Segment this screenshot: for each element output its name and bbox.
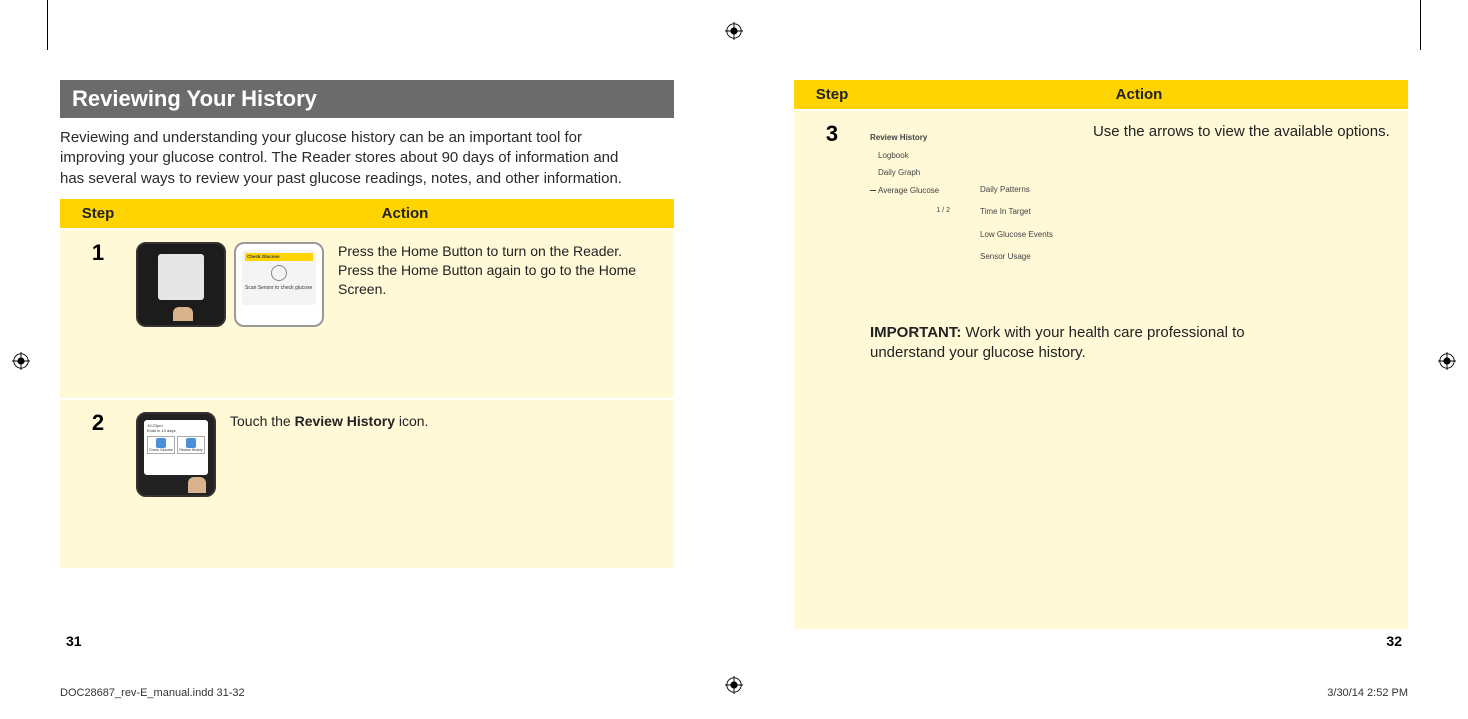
step-table-right: Step Action 3 Review History Logbook Dai… [794,80,1408,629]
registration-mark-icon [725,676,743,699]
mini-btn-review: Review History [179,448,202,452]
step2-illustration: 10:23pm Ends in 14 days Check Glucose [136,412,216,556]
col-header-step: Step [60,199,136,228]
important-label: IMPORTANT: [870,324,961,341]
important-note: IMPORTANT: Work with your health care pr… [870,323,1300,364]
step2-desc-bold: Review History [295,413,395,429]
menu-option: Time In Target [980,201,1053,223]
review-history-options: Daily Patterns Time In Target Low Glucos… [980,179,1053,269]
step-row-3: 3 Review History Logbook Daily Graph Ave… [794,109,1408,629]
col-header-action: Action [136,199,674,228]
menu-title: Review History [870,129,950,147]
page-left: Reviewing Your History Reviewing and und… [60,80,674,639]
crop-mark [1420,0,1421,50]
step3-menu-illustration: Review History Logbook Daily Graph Avera… [870,129,1053,269]
menu-item: Logbook [870,147,950,165]
page-spread: Reviewing Your History Reviewing and und… [60,80,1408,639]
step2-desc-post: icon. [395,413,428,429]
menu-item: Daily Graph [870,164,950,182]
registration-mark-icon [725,22,743,40]
step2-description: Touch the Review History icon. [230,412,428,556]
section-header: Reviewing Your History [60,80,674,118]
menu-page-indicator: 1 / 2 [870,203,950,218]
registration-mark-icon [1438,352,1456,370]
device-home-icon: 10:23pm Ends in 14 days Check Glucose [136,412,216,497]
step-number: 1 [60,230,136,398]
table-header-row: Step Action [60,199,674,228]
intro-paragraph: Reviewing and understanding your glucose… [60,128,640,189]
step2-desc-pre: Touch the [230,413,295,429]
mini-screen-title: Check Glucose [245,253,313,261]
mini-btn-check: Check Glucose [149,448,173,452]
step-row-1: 1 Check Glucose Scan Sensor to check glu… [60,228,674,398]
step-number: 2 [60,400,136,568]
col-header-action: Action [870,80,1408,109]
step-table: Step Action 1 Check Glucose [60,199,674,568]
menu-item: Average Glucose [870,182,950,200]
device-off-icon [136,242,226,327]
menu-option: Daily Patterns [980,179,1053,201]
step-number: 3 [794,111,870,147]
footer-datetime: 3/30/14 2:52 PM [1327,687,1408,699]
page-right: Step Action 3 Review History Logbook Dai… [794,80,1408,639]
page-number-right: 32 [1386,633,1402,649]
page-number-left: 31 [66,633,82,649]
menu-option: Low Glucose Events [980,224,1053,246]
col-header-step: Step [794,80,870,109]
step3-description: Use the arrows to view the available opt… [1093,123,1390,140]
crop-mark [47,0,48,50]
review-history-menu: Review History Logbook Daily Graph Avera… [870,129,950,269]
device-check-glucose-icon: Check Glucose Scan Sensor to check gluco… [234,242,324,327]
step1-description: Press the Home Button to turn on the Rea… [338,242,660,386]
mini-screen-text: Scan Sensor to check glucose [245,285,313,291]
mini-sensor-life: Ends in 14 days [147,428,175,433]
registration-mark-icon [12,352,30,370]
step-row-2: 2 10:23pm Ends in 14 days Check Glucose [60,398,674,568]
menu-option: Sensor Usage [980,246,1053,268]
table-header-row: Step Action [794,80,1408,109]
step1-illustrations: Check Glucose Scan Sensor to check gluco… [136,242,324,386]
footer-doc-id: DOC28687_rev-E_manual.indd 31-32 [60,687,245,699]
